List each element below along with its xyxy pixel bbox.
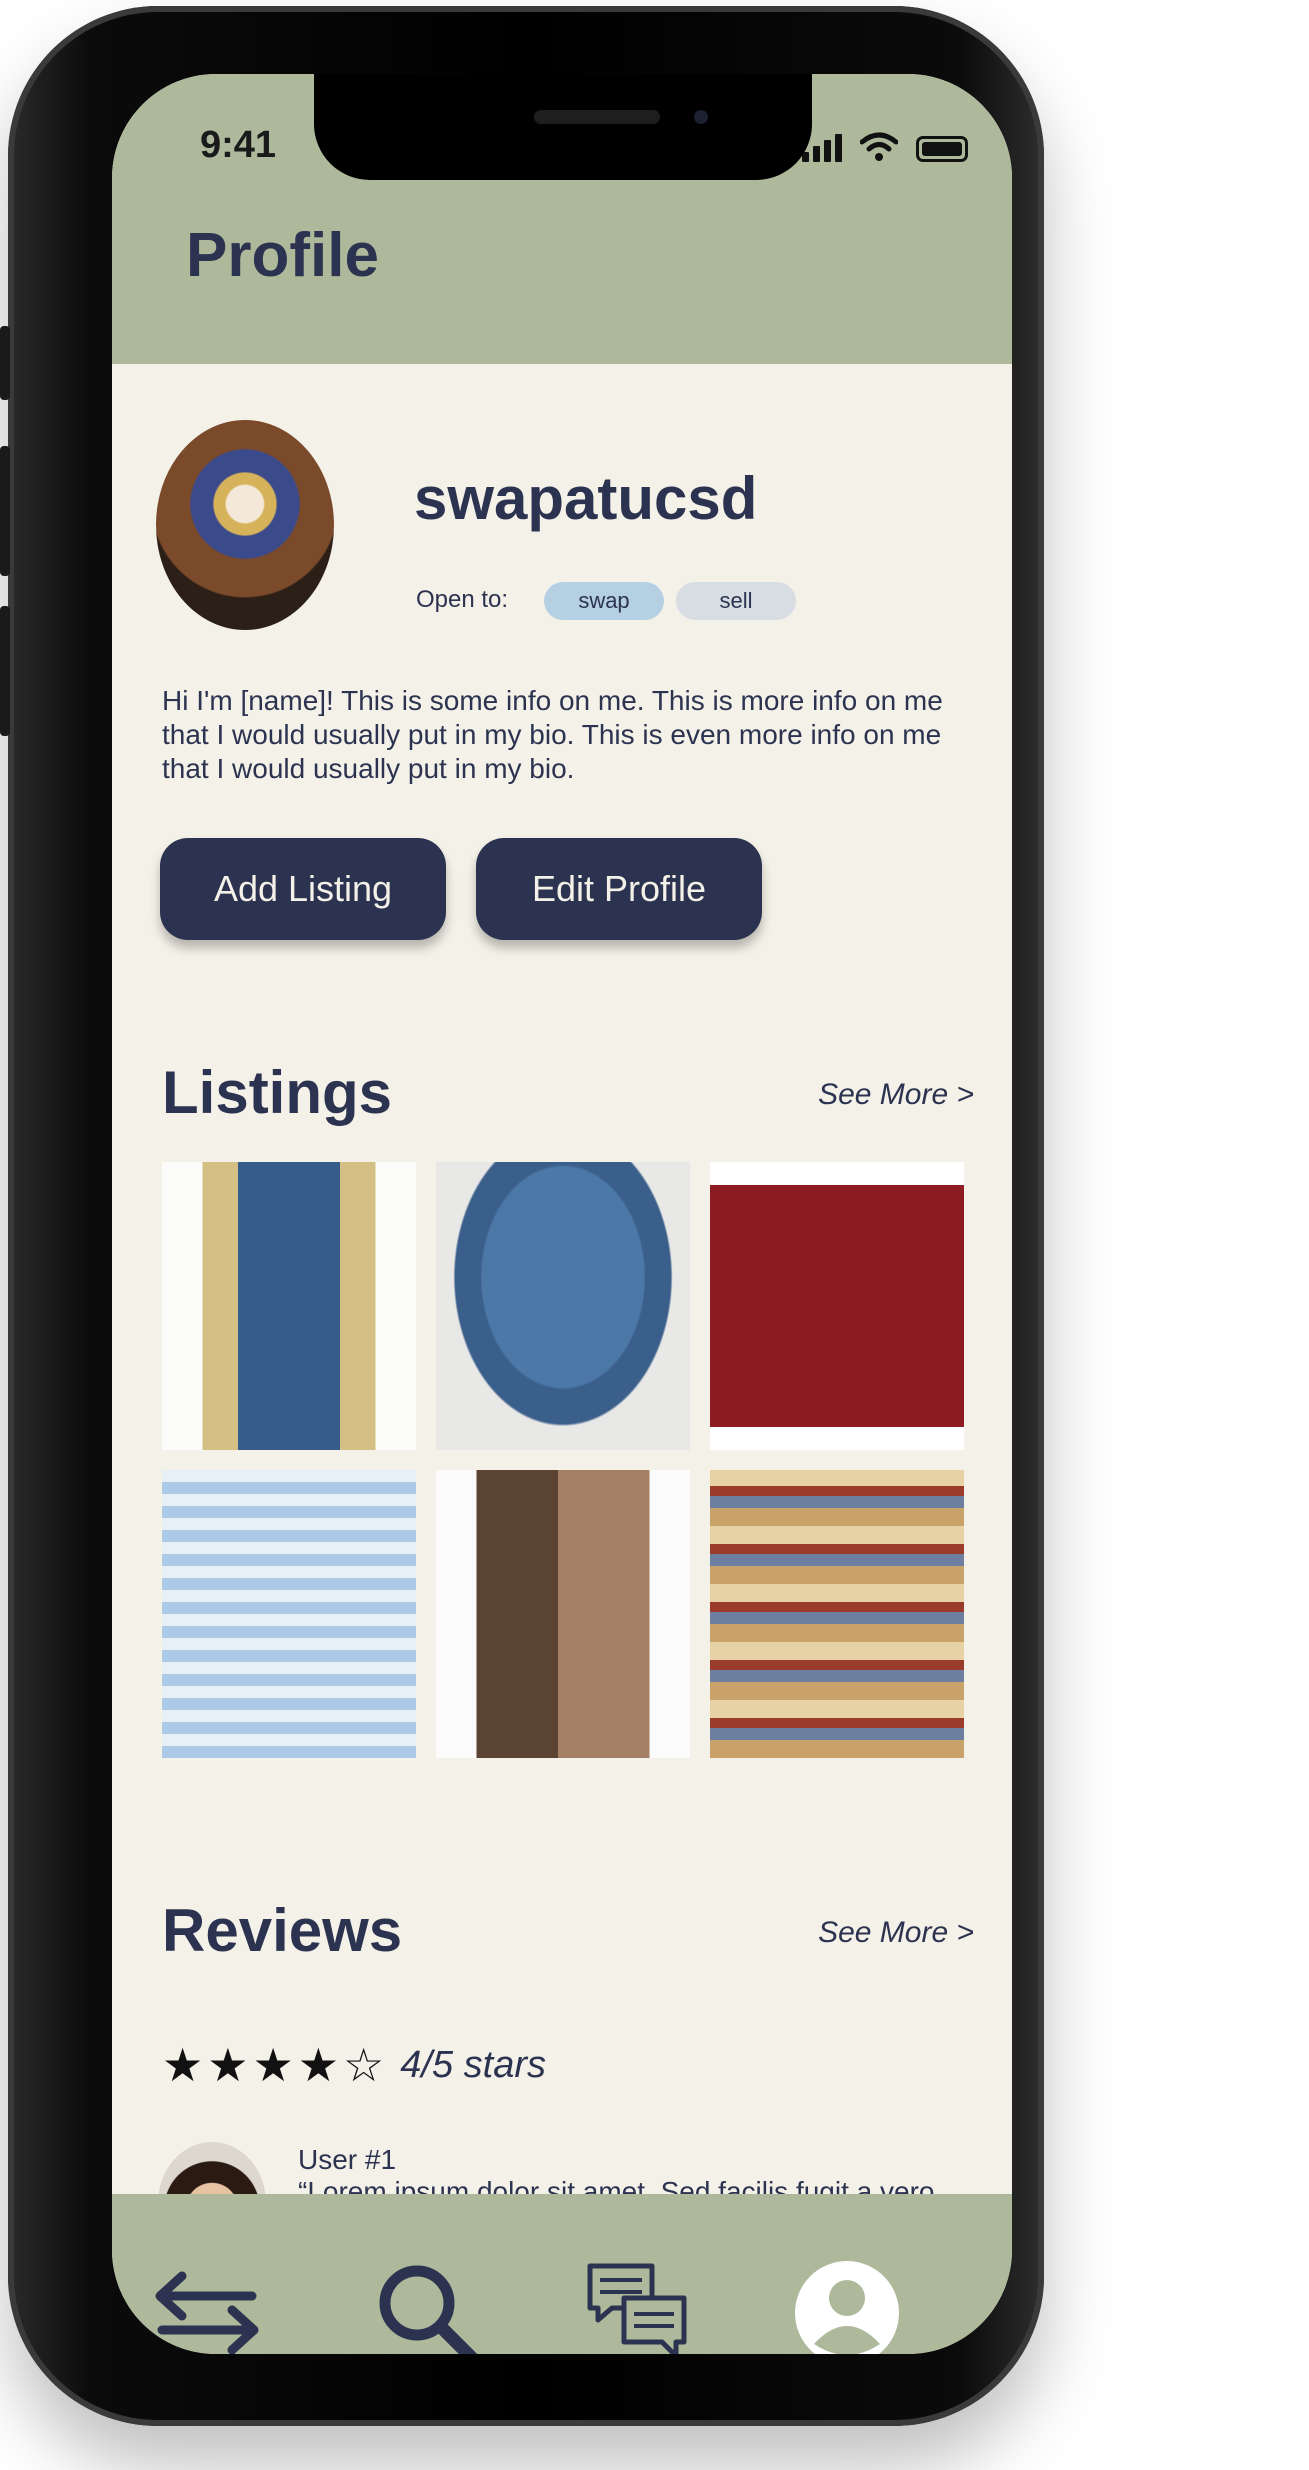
profile-avatar[interactable] <box>156 420 334 630</box>
battery-icon <box>916 136 968 162</box>
chat-icon <box>587 2263 687 2354</box>
listing-item[interactable] <box>162 1470 416 1758</box>
mute-switch <box>0 326 10 400</box>
status-time: 9:41 <box>200 124 277 166</box>
star-empty-icon: ☆ <box>343 2039 385 2091</box>
listing-item[interactable] <box>436 1162 690 1450</box>
listings-grid <box>162 1162 964 1758</box>
listings-see-more-link[interactable]: See More > <box>818 1078 974 1112</box>
listing-item[interactable] <box>710 1162 964 1450</box>
listing-item[interactable] <box>436 1470 690 1758</box>
app-screen: 9:41 Profile swapatucsd Open to: swap se… <box>112 74 1012 2354</box>
speaker-grille <box>534 110 660 124</box>
tag-swap: swap <box>544 582 664 620</box>
tab-swap[interactable] <box>142 2258 272 2354</box>
page-title: Profile <box>186 221 379 290</box>
star-filled-icon: ★ <box>297 2039 339 2091</box>
profile-icon <box>795 2261 899 2354</box>
camera-notch <box>314 74 812 180</box>
reviews-title: Reviews <box>162 1897 403 1964</box>
tag-sell: sell <box>676 582 796 620</box>
status-icons <box>802 132 968 162</box>
phone-frame: 9:41 Profile swapatucsd Open to: swap se… <box>0 6 1044 2426</box>
edit-profile-button[interactable]: Edit Profile <box>476 838 762 940</box>
reviews-see-more-link[interactable]: See More > <box>818 1916 974 1950</box>
wifi-icon <box>860 132 898 161</box>
profile-bio: Hi I'm [name]! This is some info on me. … <box>162 685 943 784</box>
listings-title: Listings <box>162 1059 393 1126</box>
listing-item[interactable] <box>162 1162 416 1450</box>
add-listing-button[interactable]: Add Listing <box>160 838 446 940</box>
star-filled-icon: ★ <box>252 2039 294 2091</box>
rating-text: 4/5 stars <box>400 2043 546 2086</box>
volume-up-button <box>0 446 10 576</box>
rating-stars: ★ ★ ★ ★ ☆ 4/5 stars <box>162 2042 546 2088</box>
front-camera <box>694 110 708 124</box>
search-icon <box>379 2265 478 2354</box>
reviewer-name: User #1 <box>298 2144 397 2175</box>
tab-search[interactable] <box>362 2258 492 2354</box>
star-filled-icon: ★ <box>207 2039 249 2091</box>
volume-down-button <box>0 606 10 736</box>
open-to-label: Open to: <box>416 586 509 613</box>
tab-profile[interactable] <box>782 2258 912 2354</box>
username: swapatucsd <box>414 465 758 532</box>
tab-messages[interactable] <box>572 2258 702 2354</box>
swap-arrows-icon <box>155 2271 259 2354</box>
listing-item[interactable] <box>710 1470 964 1758</box>
star-filled-icon: ★ <box>162 2039 204 2091</box>
